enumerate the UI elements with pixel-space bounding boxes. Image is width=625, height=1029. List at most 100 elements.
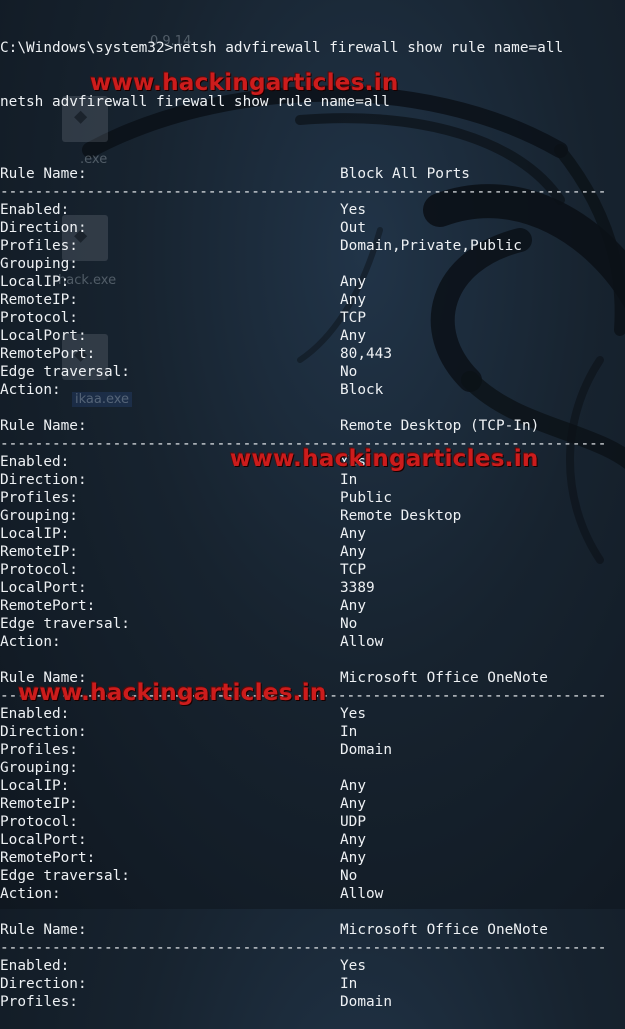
field-value: Any (340, 526, 366, 542)
rule-field-row: LocalPort: Any (0, 831, 625, 849)
field-key: Direction: (0, 976, 87, 992)
field-value: No (340, 868, 358, 884)
field-key: Direction: (0, 724, 87, 740)
field-value: Remote Desktop (340, 508, 462, 524)
field-key: Direction: (0, 220, 87, 236)
field-value: Any (340, 328, 366, 344)
rule-name-value: Microsoft Office OneNote (340, 670, 548, 686)
rule-field-row: Protocol: TCP (0, 309, 625, 327)
rule-field-row: Grouping: (0, 759, 625, 777)
field-value: TCP (340, 310, 366, 326)
rule-field-row: Profiles: Public (0, 489, 625, 507)
rule-field-row: LocalPort: 3389 (0, 579, 625, 597)
rule-field-row: RemotePort: 80,443 (0, 345, 625, 363)
field-value: Out (340, 220, 366, 236)
field-value: Domain (340, 742, 392, 758)
field-value: No (340, 616, 358, 632)
field-value: Domain,Private,Public (340, 238, 522, 254)
rule-name-label: Rule Name: (0, 922, 87, 938)
rule-field-row: LocalIP: Any (0, 273, 625, 291)
field-key: Profiles: (0, 490, 78, 506)
rule-field-row: Direction: In (0, 723, 625, 741)
field-key: Protocol: (0, 562, 78, 578)
field-value: In (340, 976, 358, 992)
field-key: Grouping: (0, 256, 78, 272)
field-key: RemotePort: (0, 850, 96, 866)
rule-name-row: Rule Name: Block All Ports (0, 165, 625, 183)
command-prompt-line: C:\Windows\system32>netsh advfirewall fi… (0, 40, 564, 56)
rule-field-row: Grouping: (0, 255, 625, 273)
field-value: Any (340, 778, 366, 794)
field-key: LocalIP: (0, 778, 70, 794)
field-value: Any (340, 796, 366, 812)
field-key: LocalIP: (0, 274, 70, 290)
field-value: Any (340, 598, 366, 614)
field-key: Edge traversal: (0, 616, 130, 632)
field-key: Grouping: (0, 508, 78, 524)
rule-field-row: Enabled: Yes (0, 957, 625, 975)
watermark-text: www.hackingarticles.in (230, 446, 539, 472)
field-value: TCP (340, 562, 366, 578)
field-value: Allow (340, 886, 384, 902)
field-key: Edge traversal: (0, 868, 130, 884)
field-key: Profiles: (0, 994, 78, 1010)
field-value: Any (340, 544, 366, 560)
rule-field-row: Protocol: UDP (0, 813, 625, 831)
field-key: Profiles: (0, 238, 78, 254)
rule-field-row: Action: Allow (0, 885, 625, 903)
rule-field-row: Profiles: Domain (0, 741, 625, 759)
field-value: Any (340, 850, 366, 866)
rule-field-row: Profiles: Domain,Private,Public (0, 237, 625, 255)
field-value: Domain (340, 994, 392, 1010)
rule-field-row: RemoteIP: Any (0, 543, 625, 561)
field-key: LocalPort: (0, 832, 87, 848)
field-value: Yes (340, 706, 366, 722)
rule-field-row: Action: Block (0, 381, 625, 399)
field-value: Allow (340, 634, 384, 650)
field-value: Any (340, 292, 366, 308)
rule-field-row: Enabled: Yes (0, 201, 625, 219)
rule-field-row: Enabled: Yes (0, 705, 625, 723)
rule-field-row: LocalIP: Any (0, 525, 625, 543)
terminal-output[interactable]: C:\Windows\system32>netsh advfirewall fi… (0, 3, 625, 1029)
rule-name-value: Remote Desktop (TCP-In) (340, 418, 540, 434)
field-key: Enabled: (0, 706, 70, 722)
field-value: Yes (340, 958, 366, 974)
field-key: RemoteIP: (0, 292, 78, 308)
field-key: Edge traversal: (0, 364, 130, 380)
field-value: No (340, 364, 358, 380)
field-value: 80,443 (340, 346, 392, 362)
field-value: Public (340, 490, 392, 506)
rule-name-row: Rule Name: Microsoft Office OneNote (0, 921, 625, 939)
watermark-text: www.hackingarticles.in (90, 70, 399, 96)
field-value: Block (340, 382, 384, 398)
field-key: Action: (0, 634, 61, 650)
field-key: RemotePort: (0, 346, 96, 362)
field-key: Enabled: (0, 202, 70, 218)
rule-field-row: LocalPort: Any (0, 327, 625, 345)
field-key: RemoteIP: (0, 544, 78, 560)
field-key: Protocol: (0, 814, 78, 830)
separator-line: ----------------------------------------… (0, 184, 607, 200)
rule-name-label: Rule Name: (0, 166, 87, 182)
field-key: Action: (0, 382, 61, 398)
rule-field-row: RemoteIP: Any (0, 795, 625, 813)
field-key: Grouping: (0, 760, 78, 776)
field-key: Direction: (0, 472, 87, 488)
rule-field-row: Edge traversal: No (0, 363, 625, 381)
rule-field-row: Edge traversal: No (0, 615, 625, 633)
field-key: RemotePort: (0, 598, 96, 614)
rule-name-value: Microsoft Office OneNote (340, 922, 548, 938)
rule-field-row: LocalIP: Any (0, 777, 625, 795)
field-key: Action: (0, 886, 61, 902)
field-key: Protocol: (0, 310, 78, 326)
rule-field-row: Direction: Out (0, 219, 625, 237)
field-value: Any (340, 832, 366, 848)
rule-name-label: Rule Name: (0, 418, 87, 434)
field-value: UDP (340, 814, 366, 830)
field-key: LocalPort: (0, 580, 87, 596)
